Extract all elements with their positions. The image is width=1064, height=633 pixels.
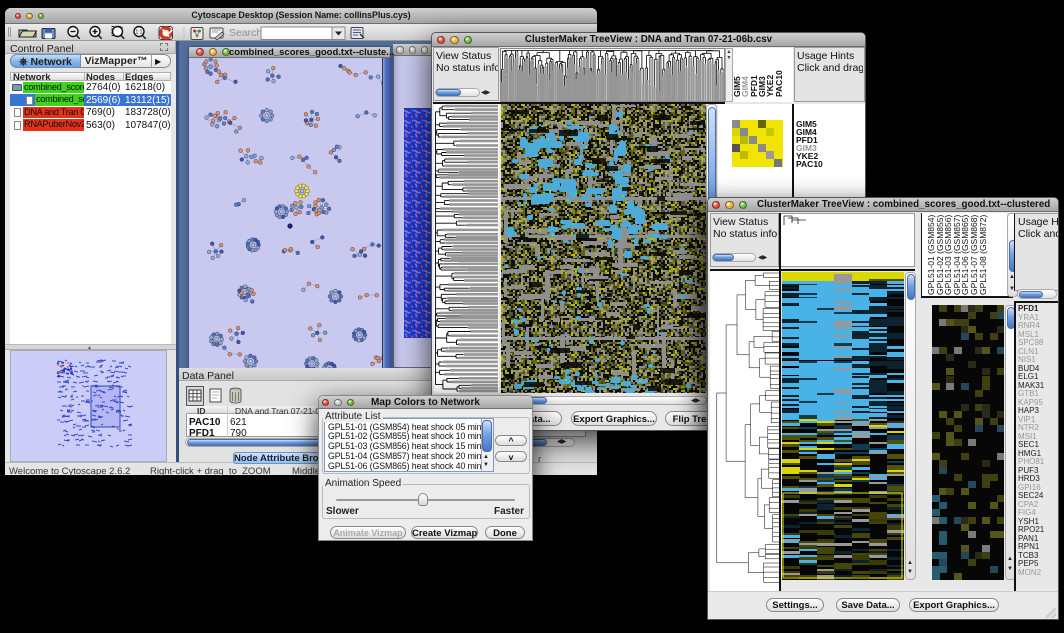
svg-text:1:1: 1:1 — [136, 30, 143, 36]
svg-text:Search:: Search: — [229, 27, 265, 39]
